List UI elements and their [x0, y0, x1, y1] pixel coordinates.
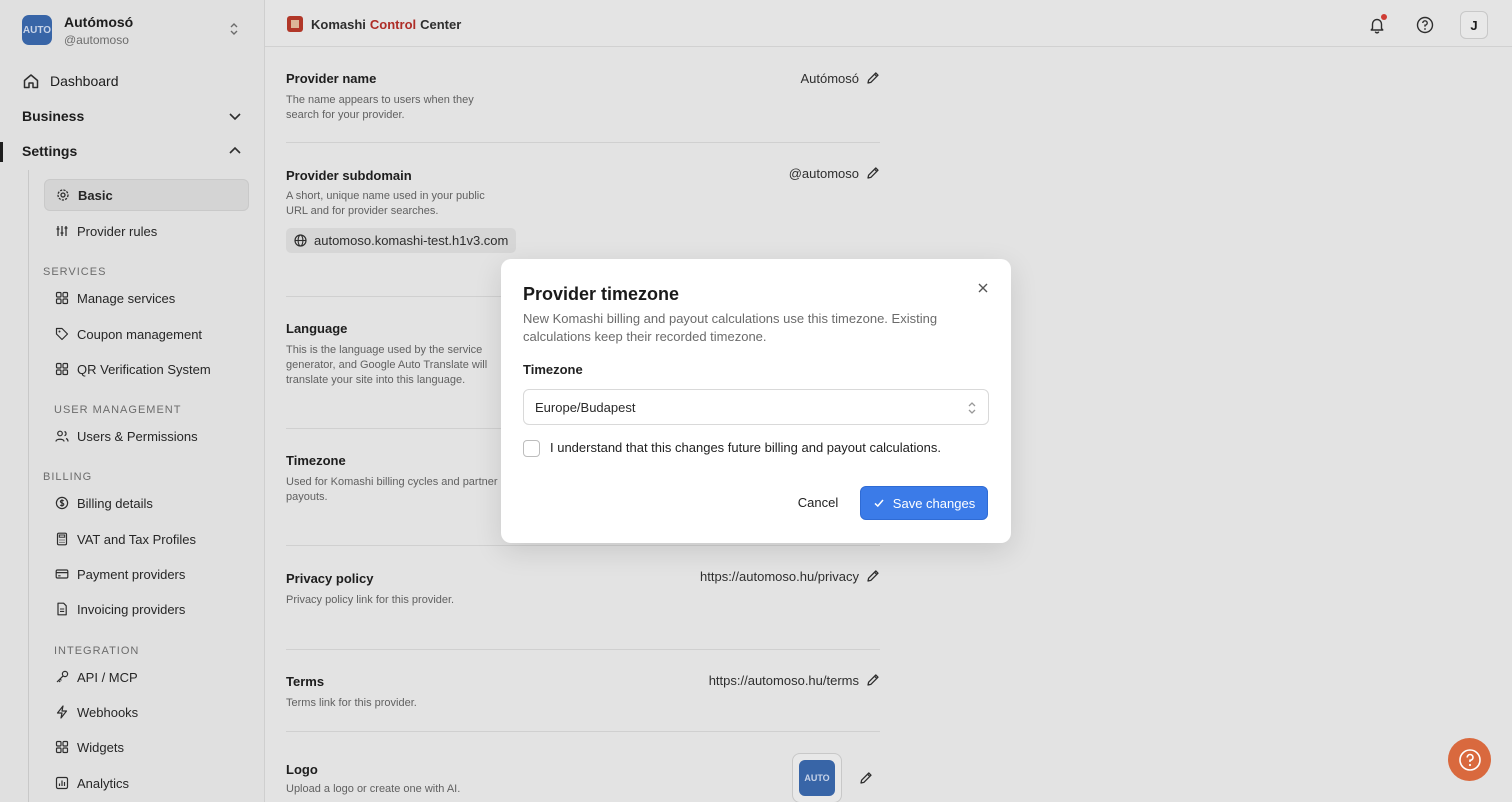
- confirm-checkbox[interactable]: [523, 440, 540, 457]
- save-changes-label: Save changes: [892, 495, 976, 511]
- dialog-title: Provider timezone: [523, 284, 680, 304]
- timezone-select-value: Europe/Budapest: [535, 399, 636, 415]
- chevron-updown-icon: [968, 402, 976, 414]
- help-circle-icon: [1458, 748, 1481, 771]
- cancel-button[interactable]: Cancel: [788, 486, 848, 518]
- timezone-dialog: Provider timezone New Komashi billing an…: [501, 259, 1011, 543]
- confirm-checkbox-label[interactable]: I understand that this changes future bi…: [550, 440, 941, 455]
- timezone-label: Timezone: [523, 362, 583, 377]
- save-changes-button[interactable]: Save changes: [860, 486, 988, 520]
- help-chat-button[interactable]: [1448, 738, 1491, 781]
- close-icon[interactable]: [976, 281, 990, 295]
- check-icon: [874, 499, 884, 508]
- dialog-description: New Komashi billing and payout calculati…: [523, 311, 938, 344]
- timezone-select[interactable]: Europe/Budapest: [523, 389, 989, 425]
